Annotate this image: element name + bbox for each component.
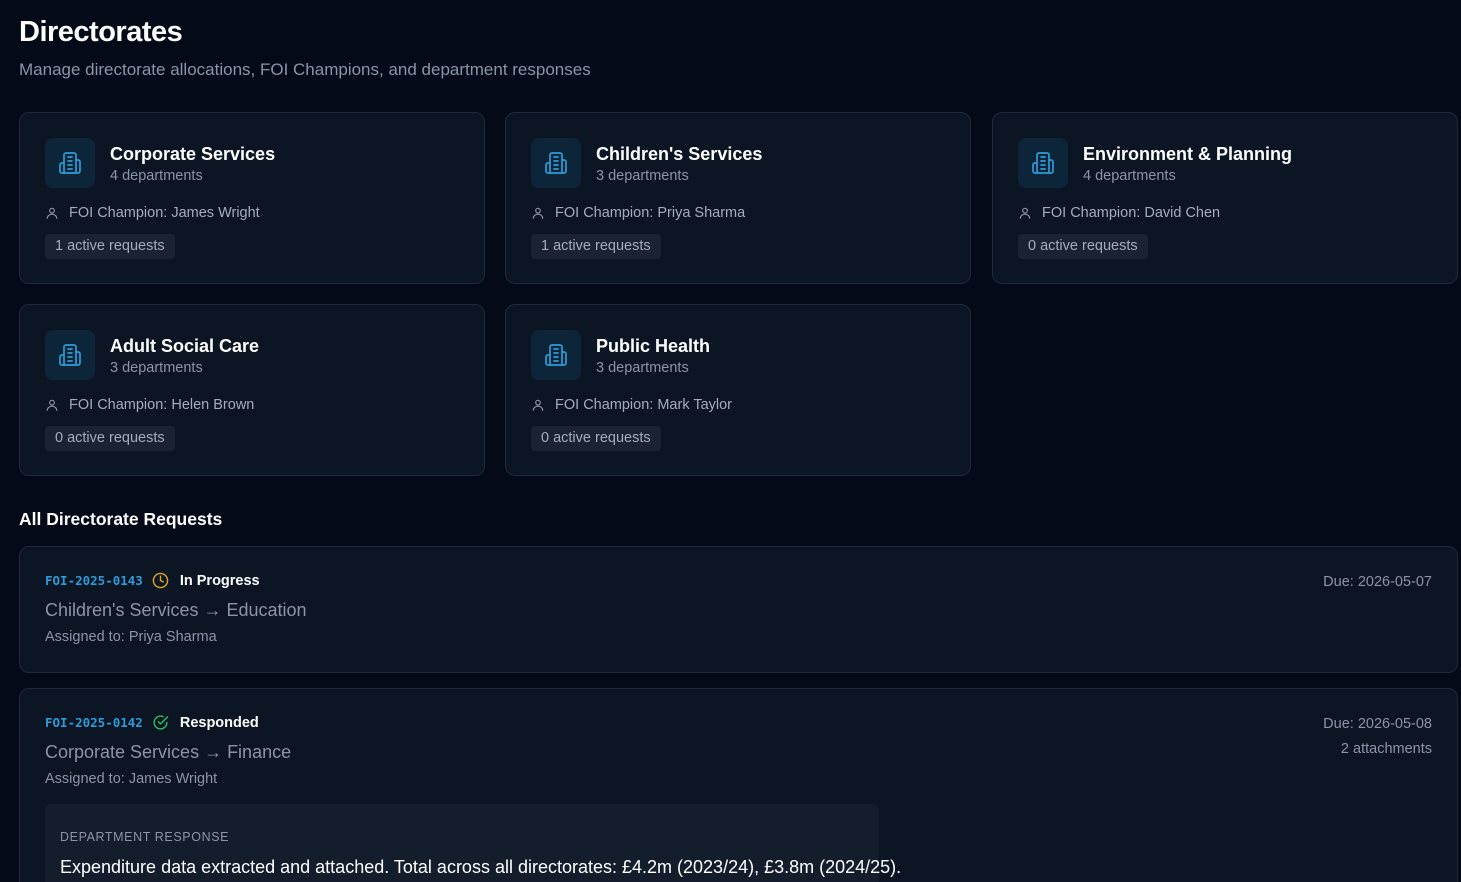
directorates-page: Directorates Manage directorate allocati… [0,0,1461,882]
user-icon [46,207,58,219]
directorate-name: Corporate Services [110,144,276,164]
directorate-name: Adult Social Care [110,336,260,356]
foi-champion-label: FOI Champion: Mark Taylor [555,397,733,413]
department-count: 3 departments [110,360,203,376]
building-icon [531,138,581,188]
status-badge: Responded [179,714,259,731]
department-count: 4 departments [1083,168,1176,184]
foi-champion-label: FOI Champion: Helen Brown [69,397,255,413]
page-subtitle: Manage directorate allocations, FOI Cham… [19,60,591,79]
department-response-text: Expenditure data extracted and attached.… [60,857,902,877]
directorate-card[interactable]: Environment & Planning 4 departments FOI… [992,112,1458,284]
directorate-name: Environment & Planning [1083,144,1293,164]
clock-icon [152,572,169,589]
request-id[interactable]: FOI-2025-0142 [45,715,143,730]
request-header: FOI-2025-0143 In Progress [45,572,260,589]
foi-champion: FOI Champion: Helen Brown [45,397,254,413]
request-route: Children's Services → Education [45,600,307,620]
due-date: Due: 2026-05-07 [1323,574,1432,590]
user-icon [46,399,58,411]
department-count: 4 departments [110,168,203,184]
active-requests-badge: 0 active requests [531,426,661,451]
building-icon [45,138,95,188]
user-icon [1019,207,1031,219]
active-requests-badge: 0 active requests [1018,234,1148,259]
due-date: Due: 2026-05-08 [1323,716,1432,732]
directorate-name: Public Health [596,336,711,356]
request-row[interactable]: FOI-2025-0142 Responded Corporate Servic… [19,688,1458,882]
status-badge: In Progress [179,572,260,589]
department-count: 3 departments [596,360,689,376]
foi-champion-label: FOI Champion: Priya Sharma [555,205,746,221]
request-header: FOI-2025-0142 Responded [45,714,259,731]
attachments-count[interactable]: 2 attachments [1341,741,1432,757]
foi-champion: FOI Champion: Mark Taylor [531,397,732,413]
directorate-card[interactable]: Adult Social Care 3 departments FOI Cham… [19,304,485,476]
foi-champion: FOI Champion: James Wright [45,205,260,221]
active-requests-badge: 1 active requests [531,234,661,259]
directorate-name: Children's Services [596,144,763,164]
assigned-to: Assigned to: James Wright [45,771,218,787]
building-icon [1018,138,1068,188]
request-id[interactable]: FOI-2025-0143 [45,573,143,588]
department-response-label: DEPARTMENT RESPONSE [60,830,230,844]
directorate-card[interactable]: Children's Services 3 departments FOI Ch… [505,112,971,284]
user-icon [532,207,544,219]
foi-champion-label: FOI Champion: James Wright [69,205,260,221]
active-requests-badge: 1 active requests [45,234,175,259]
section-heading-requests: All Directorate Requests [19,509,223,529]
foi-champion: FOI Champion: David Chen [1018,205,1220,221]
foi-champion-label: FOI Champion: David Chen [1042,205,1221,221]
department-response: DEPARTMENT RESPONSE Expenditure data ext… [45,804,901,882]
foi-champion: FOI Champion: Priya Sharma [531,205,745,221]
request-row[interactable]: FOI-2025-0143 In Progress Children's Ser… [19,546,1458,673]
check-circle-icon [153,715,169,730]
request-route: Corporate Services → Finance [45,742,292,762]
active-requests-badge: 0 active requests [45,426,175,451]
page-title: Directorates [19,16,183,48]
building-icon [531,330,581,380]
directorate-card[interactable]: Corporate Services 4 departments FOI Cha… [19,112,485,284]
building-icon [45,330,95,380]
assigned-to: Assigned to: Priya Sharma [45,629,217,645]
department-count: 3 departments [596,168,689,184]
user-icon [532,399,544,411]
directorate-card[interactable]: Public Health 3 departments FOI Champion… [505,304,971,476]
